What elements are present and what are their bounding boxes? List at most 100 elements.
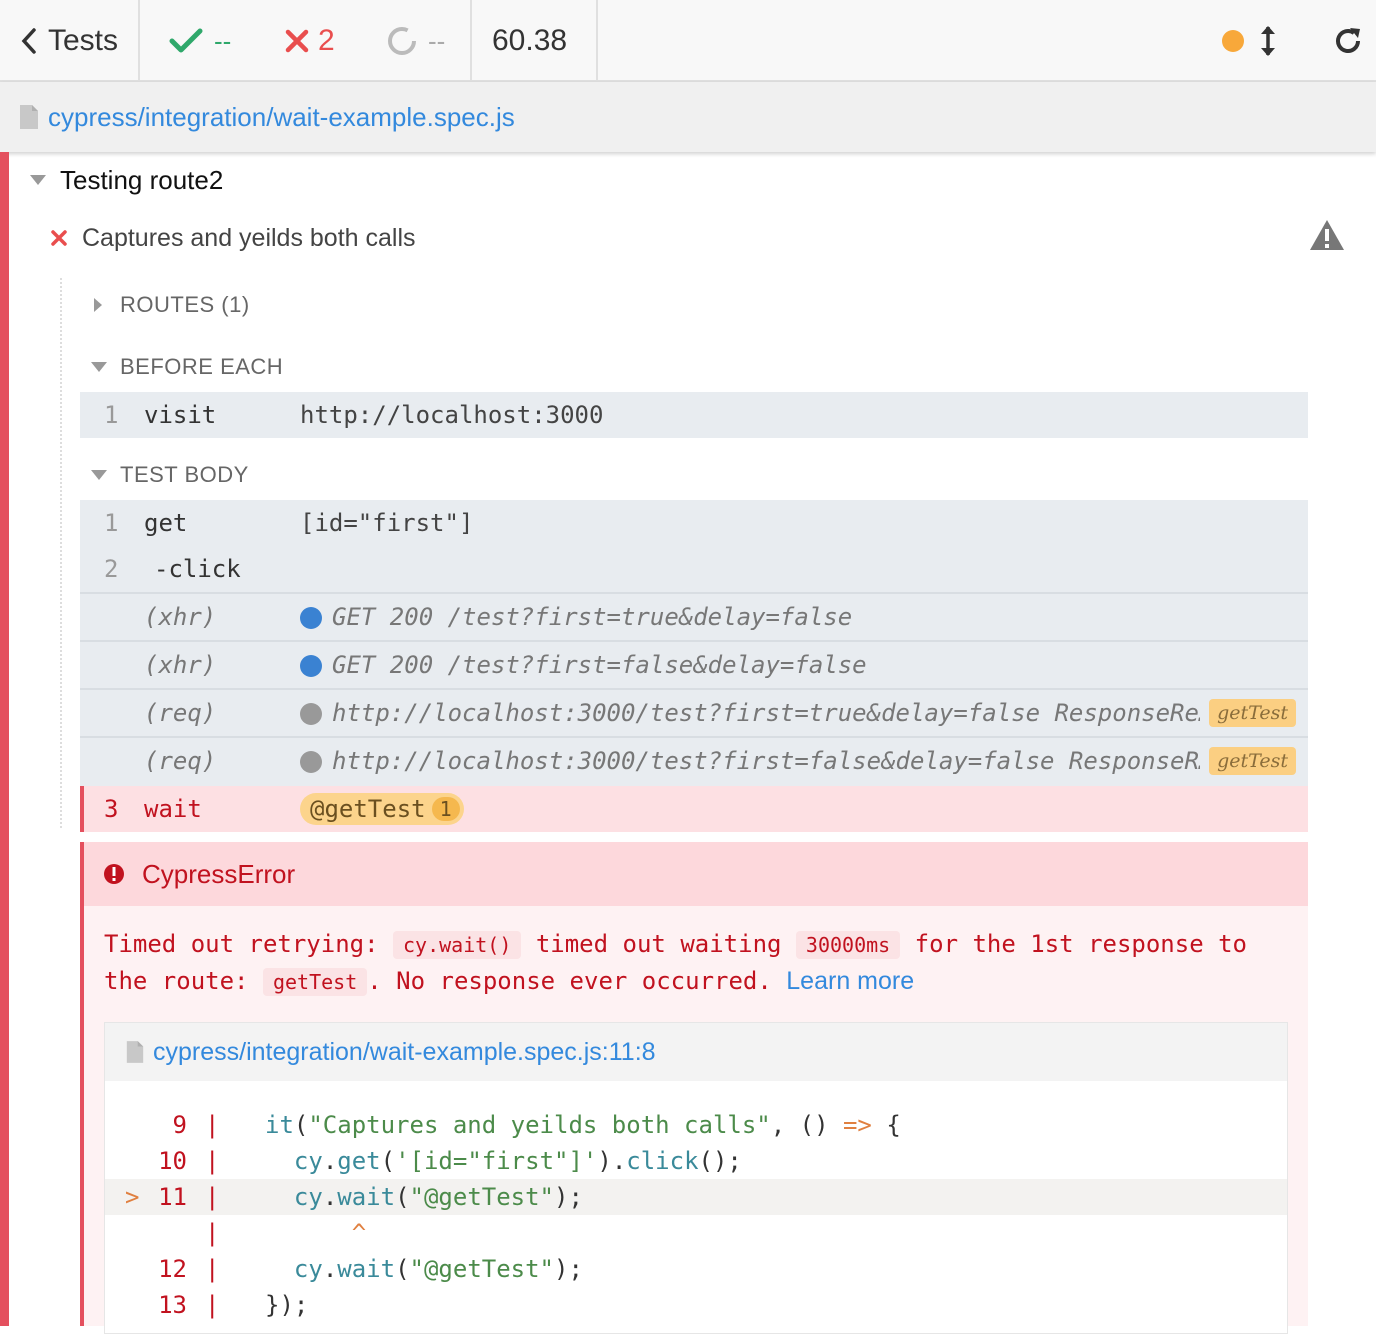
chevron-left-icon (21, 28, 36, 54)
code-line: 13 | }); (105, 1287, 1287, 1323)
test-body-commands: 1 get [id="first"] 2 -click (xhr) GET 20… (80, 500, 1308, 832)
code-line-highlighted: > 11 | cy.wait("@getTest"); (105, 1179, 1287, 1215)
check-icon (169, 28, 203, 53)
line-number: 11 (158, 1183, 187, 1211)
run-status-indicator (1222, 0, 1244, 82)
command-row[interactable]: 1 get [id="first"] (80, 500, 1308, 546)
error-text: . No response ever occurred. (367, 967, 772, 995)
test-row[interactable]: Captures and yeilds both calls (50, 218, 1350, 258)
command-number: 1 (104, 401, 119, 429)
toggle-auto-scroll-button[interactable] (1258, 0, 1278, 82)
alias-label: @getTest (310, 795, 426, 823)
code-frame-header: cypress/integration/wait-example.spec.js… (105, 1023, 1287, 1081)
alias-count: 1 (431, 797, 460, 821)
error-text: timed out waiting (535, 930, 782, 958)
suite-title: Testing route2 (60, 164, 224, 195)
command-name: visit (144, 401, 217, 429)
command-row[interactable]: (req) http://localhost:3000/test?first=t… (80, 690, 1308, 736)
file-icon (20, 105, 38, 129)
reporter-header: Tests -- 2 -- 60.38 (0, 0, 1376, 82)
pending-count: -- (386, 0, 445, 82)
line-gutter: | (205, 1255, 220, 1283)
command-row[interactable]: 2 -click (80, 546, 1308, 592)
command-number: 1 (104, 509, 119, 537)
passed-count: -- (168, 0, 231, 82)
command-name: (xhr) (144, 603, 217, 631)
line-code: it("Captures and yeilds both calls", () … (265, 1111, 901, 1139)
line-gutter: | (205, 1291, 220, 1319)
code-line: 9 | it("Captures and yeilds both calls",… (105, 1107, 1287, 1143)
command-message: http://localhost:3000/test?first=false&d… (332, 747, 1200, 775)
test-title: Captures and yeilds both calls (82, 223, 416, 252)
code-frame-file-link[interactable]: cypress/integration/wait-example.spec.js… (153, 1038, 656, 1067)
suite-row[interactable]: Testing route2 (28, 160, 223, 200)
wait-alias-badge: @getTest 1 (300, 793, 464, 825)
alias-badge: getTest (1209, 699, 1296, 727)
line-caret: ^ (265, 1219, 367, 1247)
before-each-label: BEFORE EACH (120, 354, 284, 379)
duration-value: 60.38 (492, 24, 568, 57)
file-icon (126, 1041, 144, 1063)
before-each-commands: 1 visit http://localhost:3000 (80, 392, 1308, 438)
line-code: cy.wait("@getTest"); (293, 1255, 583, 1283)
command-name: (req) (144, 747, 217, 775)
command-name: wait (144, 795, 202, 823)
failed-indicator-stripe (0, 152, 9, 1326)
warning-icon[interactable] (1308, 218, 1346, 252)
line-number: 9 (172, 1111, 187, 1139)
routes-label: ROUTES (1) (120, 292, 250, 317)
code-frame: cypress/integration/wait-example.spec.js… (104, 1022, 1288, 1334)
line-gutter: | (205, 1219, 220, 1247)
caret-down-icon (91, 362, 107, 372)
line-gutter: | (205, 1183, 220, 1211)
caret-right-icon (94, 298, 102, 312)
xhr-dot-icon (300, 607, 322, 629)
command-message: http://localhost:3000 (300, 401, 604, 429)
command-row[interactable]: 1 visit http://localhost:3000 (80, 392, 1308, 438)
rerun-button[interactable] (1332, 0, 1364, 82)
spinner-icon (388, 27, 416, 55)
error-code-chip: getTest (262, 968, 368, 996)
command-message: GET 200 /test?first=true&delay=false (332, 603, 853, 631)
code-line: | ^ (105, 1215, 1287, 1251)
command-number: 2 (104, 555, 119, 583)
exclamation-circle-icon (104, 864, 124, 884)
failed-command-row[interactable]: 3 wait @getTest 1 (80, 786, 1308, 832)
code-line: 10 | cy.get('[id="first"]').click(); (105, 1143, 1287, 1179)
alias-badge: getTest (1209, 747, 1296, 775)
command-row[interactable]: (xhr) GET 200 /test?first=false&delay=fa… (80, 642, 1308, 688)
req-dot-icon (300, 751, 322, 773)
error-message: Timed out retrying: cy.wait() timed out … (104, 926, 1294, 1000)
test-body-section-toggle[interactable]: TEST BODY (90, 460, 249, 490)
error-code-chip: cy.wait() (393, 931, 522, 959)
command-number: 3 (104, 795, 119, 823)
error-text: Timed out retrying: (104, 930, 379, 958)
line-code: cy.wait("@getTest"); (293, 1183, 583, 1211)
routes-section-toggle[interactable]: ROUTES (1) (92, 290, 250, 320)
caret-down-icon (91, 470, 107, 480)
learn-more-link[interactable]: Learn more (786, 967, 914, 995)
passed-value: -- (214, 25, 232, 56)
command-name: -click (154, 555, 241, 583)
duration: 60.38 (492, 0, 567, 82)
before-each-section-toggle[interactable]: BEFORE EACH (90, 352, 283, 382)
req-dot-icon (300, 703, 322, 725)
x-icon (51, 230, 67, 246)
error-name: CypressError (142, 858, 296, 889)
line-code: }); (265, 1291, 309, 1319)
command-name: get (144, 509, 188, 537)
command-row[interactable]: (req) http://localhost:3000/test?first=f… (80, 738, 1308, 784)
arrows-vertical-icon (1261, 26, 1275, 56)
x-icon (285, 29, 309, 53)
status-dot-icon (1222, 30, 1244, 52)
error-header: CypressError (84, 842, 1308, 906)
spec-file-link[interactable]: cypress/integration/wait-example.spec.js (48, 102, 515, 133)
line-number: 12 (158, 1255, 187, 1283)
command-row[interactable]: (xhr) GET 200 /test?first=true&delay=fal… (80, 594, 1308, 640)
line-number: 10 (158, 1147, 187, 1175)
back-to-tests-button[interactable]: Tests (20, 0, 138, 82)
error-code-chip: 30000ms (795, 931, 901, 959)
command-message: GET 200 /test?first=false&delay=false (332, 651, 867, 679)
command-message: http://localhost:3000/test?first=true&de… (332, 699, 1200, 727)
error-panel: CypressError Timed out retrying: cy.wait… (80, 842, 1308, 1334)
